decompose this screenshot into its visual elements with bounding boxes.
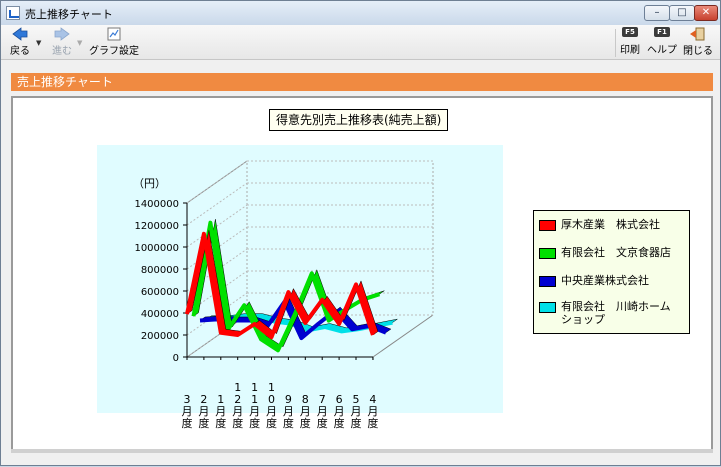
y-tick-label: 1200000 — [134, 221, 179, 232]
legend-swatch — [539, 248, 556, 259]
legend-swatch — [539, 276, 556, 287]
legend-label: 有限会社 川崎ホーム ショップ — [561, 300, 671, 326]
gridline-side — [186, 182, 248, 226]
x-tick-label: 4 月度 — [367, 393, 378, 430]
x-tick-label: 1 1 月度 — [249, 381, 260, 430]
legend-swatch — [539, 302, 556, 313]
plot-back-wall — [246, 160, 434, 316]
x-tick-label: 5 月度 — [351, 393, 362, 430]
x-tick-label: 3 月度 — [182, 393, 193, 430]
legend-swatch — [539, 220, 556, 231]
y-tick-label: 400000 — [141, 309, 179, 320]
y-tick-label: 1400000 — [134, 199, 179, 210]
app-window: 売上推移チャート – □ ✕ 戻る ▼ 進む ▼ グラフ設定 F5 印刷 F1 … — [0, 0, 721, 466]
y-tick-label: 600000 — [141, 287, 179, 298]
y-tick-label: 200000 — [141, 331, 179, 342]
chart-legend: 厚木産業 株式会社 有限会社 文京食器店 中央産業株式会社有限会社 川崎ホーム ショ… — [533, 210, 690, 334]
x-tick-label: 9 月度 — [283, 393, 294, 430]
x-tick-label: 1 2 月度 — [232, 381, 243, 430]
y-tick-label: 800000 — [141, 265, 179, 276]
x-tick-label: 1 0 月度 — [266, 381, 277, 430]
plot-right-floor-edge — [372, 314, 434, 358]
y-tick-label: 0 — [173, 353, 179, 364]
x-tick-label: 8 月度 — [300, 393, 311, 430]
y-tick-label: 1000000 — [134, 243, 179, 254]
legend-label: 厚木産業 株式会社 — [561, 218, 660, 231]
legend-label: 有限会社 文京食器店 — [561, 246, 671, 259]
y-axis-label: （円） — [133, 177, 166, 190]
x-tick-label: 1 月度 — [215, 393, 226, 430]
legend-label: 中央産業株式会社 — [561, 274, 649, 287]
x-tick-label: 6 月度 — [334, 393, 345, 430]
x-tick-label: 7 月度 — [317, 393, 328, 430]
x-tick-label: 2 月度 — [198, 393, 209, 430]
